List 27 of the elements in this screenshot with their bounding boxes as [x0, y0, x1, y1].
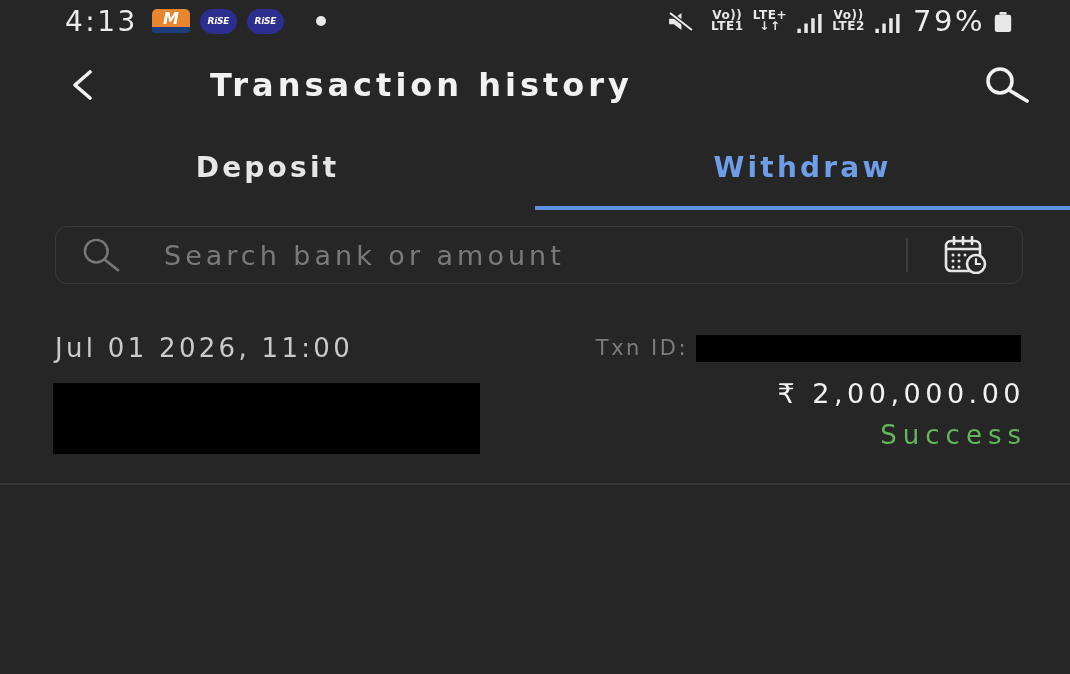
back-icon — [71, 70, 93, 100]
signal-icon — [874, 13, 902, 33]
battery-percentage: 79% — [913, 4, 985, 38]
app-logo: RiSE — [199, 8, 237, 34]
network-indicator: LTE+ ↓↑ — [752, 10, 788, 32]
transaction-datetime: Jul 01 2026, 11:00 — [55, 333, 353, 363]
transaction-amount: ₹ 2,00,000.00 — [777, 378, 1025, 409]
date-filter-button[interactable] — [944, 236, 988, 274]
battery-icon — [994, 12, 1012, 32]
search-icon — [984, 66, 1030, 104]
page-title: Transaction history — [210, 66, 633, 104]
search-icon — [82, 238, 120, 272]
search-bar[interactable]: Search bank or amount — [55, 226, 1023, 284]
search-input[interactable]: Search bank or amount — [164, 239, 896, 271]
tab[interactable]: Withdraw — [535, 128, 1070, 210]
app-logo: M — [151, 9, 190, 33]
calendar-clock-icon — [944, 236, 988, 274]
mute-icon — [666, 11, 694, 31]
tab[interactable]: Deposit — [0, 128, 535, 210]
app-logo: RiSE — [246, 8, 284, 34]
notification-dot-icon — [315, 16, 326, 26]
network-indicator: Vo)) LTE2 — [832, 10, 866, 32]
transaction-status: Success — [880, 420, 1027, 450]
signal-icon — [796, 13, 824, 33]
network-indicator: Vo)) LTE1 — [710, 10, 744, 32]
txn-id-label: Txn ID: — [595, 336, 688, 360]
status-time: 4:13 — [65, 4, 138, 38]
